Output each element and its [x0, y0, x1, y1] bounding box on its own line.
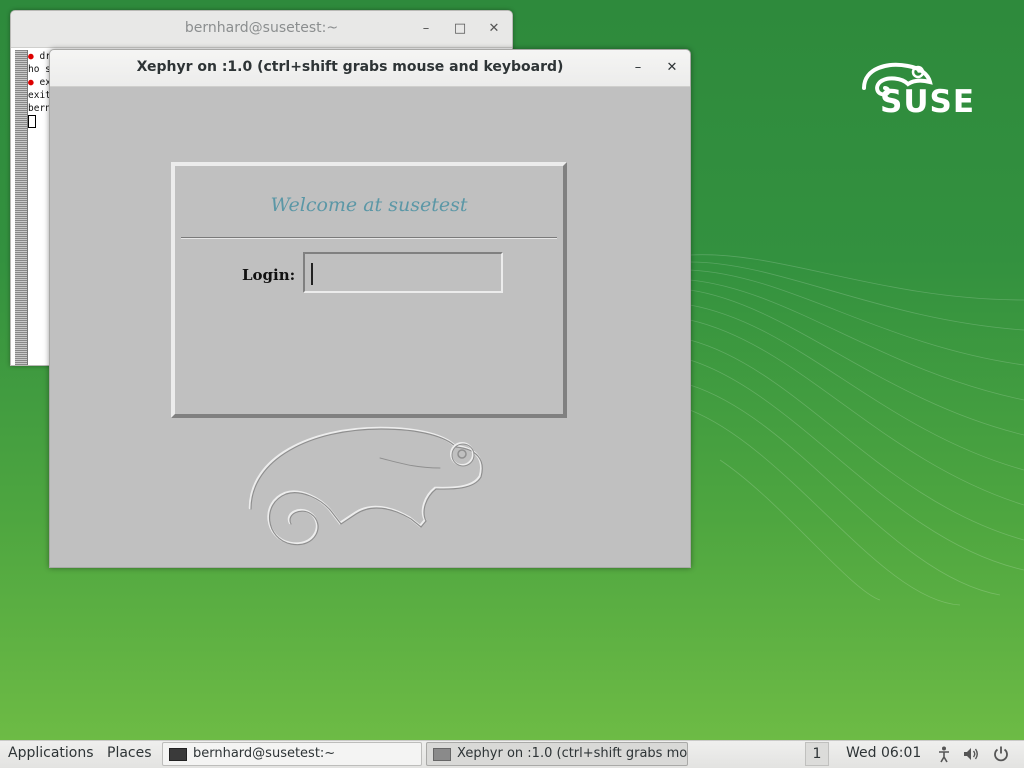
places-menu[interactable]: Places	[107, 745, 152, 761]
desktop: SUSE bernhard@susetest:~ – □ ✕ ● dr ho s…	[0, 0, 1024, 740]
xephyr-window[interactable]: Xephyr on :1.0 (ctrl+shift grabs mouse a…	[49, 49, 691, 568]
welcome-message: Welcome at susetest	[270, 194, 468, 216]
workspace-indicator[interactable]: 1	[805, 742, 829, 766]
xephyr-close-button[interactable]: ✕	[664, 60, 680, 76]
taskbar-item-xephyr[interactable]: Xephyr on :1.0 (ctrl+shift grabs mo...	[426, 742, 688, 766]
xephyr-minimize-button[interactable]: –	[630, 60, 646, 76]
suse-brand-text: SUSE	[880, 84, 976, 120]
terminal-titlebar[interactable]: bernhard@susetest:~ – □ ✕	[11, 11, 512, 48]
bottom-panel: Applications Places bernhard@susetest:~ …	[0, 740, 1024, 768]
login-input[interactable]	[303, 252, 503, 293]
taskbar-item-label: bernhard@susetest:~	[193, 746, 336, 761]
terminal-icon	[169, 748, 187, 761]
terminal-output: ● dr ho s ● ex exit bern	[28, 50, 51, 130]
terminal-line: exit	[28, 90, 51, 101]
login-label: Login:	[242, 266, 296, 284]
xephyr-titlebar[interactable]: Xephyr on :1.0 (ctrl+shift grabs mouse a…	[50, 50, 690, 87]
taskbar-item-label: Xephyr on :1.0 (ctrl+shift grabs mo...	[457, 746, 688, 761]
text-cursor	[311, 263, 313, 285]
terminal-line: ● dr	[28, 51, 51, 62]
terminal-line: ● ex	[28, 77, 51, 88]
applications-menu[interactable]: Applications	[8, 745, 94, 761]
terminal-line: ho s	[28, 64, 51, 75]
terminal-title: bernhard@susetest:~	[184, 20, 339, 36]
chameleon-emboss-logo	[248, 426, 483, 546]
terminal-minimize-button[interactable]: –	[418, 21, 434, 37]
divider	[181, 237, 557, 239]
terminal-scrollbar[interactable]	[15, 50, 28, 365]
volume-icon[interactable]	[962, 745, 980, 763]
taskbar-item-terminal[interactable]: bernhard@susetest:~	[162, 742, 422, 766]
login-panel: Welcome at susetest Login:	[171, 162, 567, 418]
xephyr-title: Xephyr on :1.0 (ctrl+shift grabs mouse a…	[136, 59, 564, 75]
terminal-line: bern	[28, 103, 51, 114]
terminal-cursor	[28, 115, 51, 130]
terminal-maximize-button[interactable]: □	[452, 21, 468, 37]
power-icon[interactable]	[992, 745, 1010, 763]
terminal-close-button[interactable]: ✕	[486, 21, 502, 37]
accessibility-icon[interactable]	[935, 745, 953, 763]
clock[interactable]: Wed 06:01	[846, 745, 921, 761]
window-icon	[433, 748, 451, 761]
